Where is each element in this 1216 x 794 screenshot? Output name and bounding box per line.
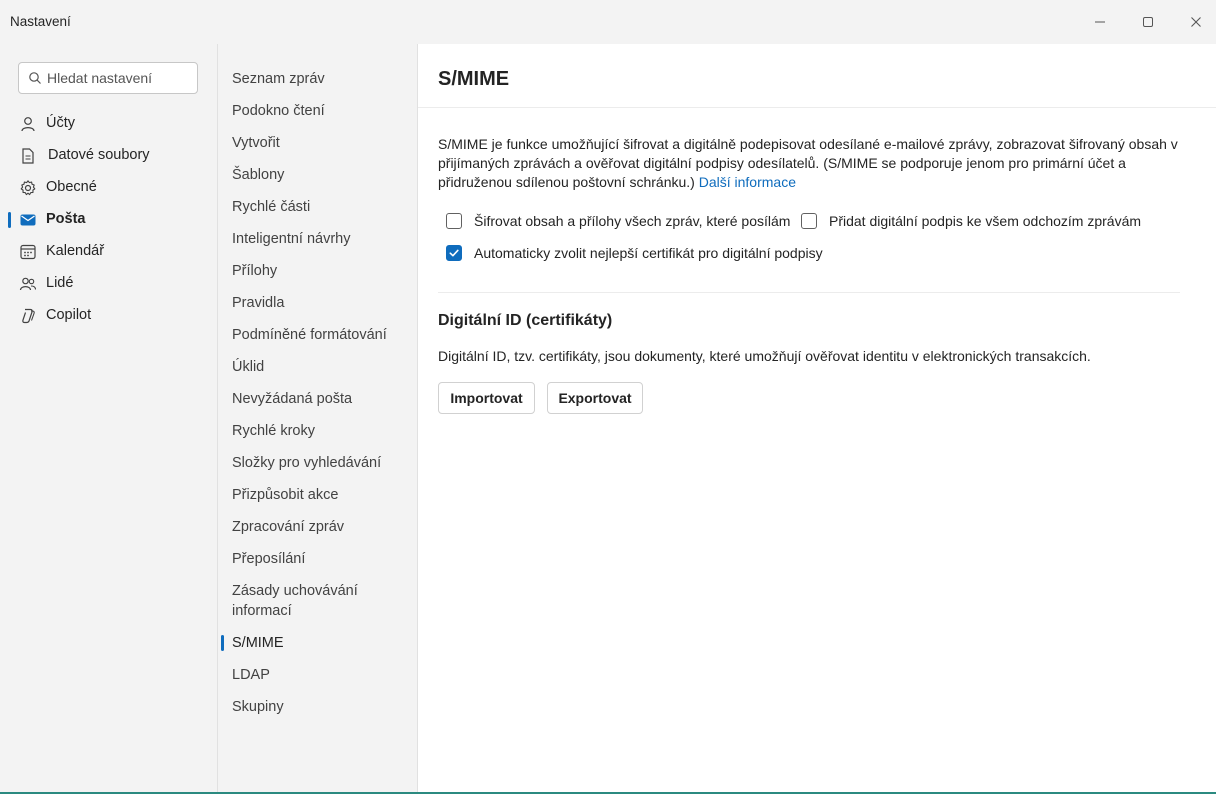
divider: [438, 292, 1180, 293]
minimize-button[interactable]: [1078, 6, 1122, 38]
subnav-item-label: Přizpůsobit akce: [232, 487, 339, 503]
checkmark-icon: [449, 249, 459, 257]
subnav-item-label: S/MIME: [232, 635, 284, 651]
nav-item-general[interactable]: Obecné: [0, 172, 217, 204]
sign-all-checkbox[interactable]: [801, 213, 817, 229]
subnav-item-label: Zásady uchovávání informací: [232, 583, 358, 619]
subnav-item-label: Seznam zpráv: [232, 71, 325, 87]
subnav-item[interactable]: Zásady uchovávání informací: [218, 581, 417, 621]
subnav-item-label: Podmíněné formátování: [232, 327, 387, 343]
sign-all-label: Přidat digitální podpis ke všem odchozím…: [829, 213, 1142, 229]
close-icon: [1191, 17, 1201, 27]
subnav-item-label: Přílohy: [232, 263, 278, 279]
subnav-item-label: Vytvořit: [232, 135, 280, 151]
subnav-item-label: Inteligentní návrhy: [232, 231, 351, 247]
page-title: S/MIME: [438, 68, 510, 90]
mail-icon: [20, 214, 36, 226]
copilot-icon: [22, 308, 35, 324]
smime-description: S/MIME je funkce umožňující šifrovat a d…: [438, 135, 1188, 192]
selection-indicator: [221, 635, 224, 651]
subnav-item-label: Přeposílání: [232, 551, 306, 567]
subnav-item-label: Podokno čtení: [232, 103, 325, 119]
calendar-icon: [20, 244, 36, 260]
minimize-icon: [1095, 21, 1105, 23]
gear-icon: [20, 180, 36, 196]
nav-item-label: Copilot: [46, 307, 92, 323]
close-button[interactable]: [1174, 6, 1216, 38]
nav-item-label: Účty: [46, 115, 75, 131]
auto-cert-option[interactable]: Automaticky zvolit nejlepší certifikát p…: [446, 245, 823, 261]
person-icon: [21, 117, 35, 132]
nav-item-label: Datové soubory: [48, 147, 150, 163]
document-icon: [22, 148, 34, 164]
subnav-item-label: Složky pro vyhledávání: [232, 455, 382, 471]
sign-all-option[interactable]: Přidat digitální podpis ke všem odchozím…: [801, 213, 1141, 229]
subnav-item-label: Rychlé části: [232, 199, 311, 215]
selection-indicator: [8, 212, 11, 228]
nav-item-data-files[interactable]: Datové soubory: [0, 140, 217, 172]
nav-item-accounts[interactable]: Účty: [0, 108, 217, 140]
divider: [418, 107, 1216, 108]
import-button[interactable]: Importovat: [438, 382, 535, 414]
auto-cert-label: Automaticky zvolit nejlepší certifikát p…: [474, 245, 823, 261]
nav-item-label: Lidé: [46, 275, 74, 291]
settings-content-pane: S/MIME S/MIME je funkce umožňující šifro…: [418, 44, 1216, 794]
auto-cert-checkbox[interactable]: [446, 245, 462, 261]
people-icon: [19, 277, 37, 291]
subnav-item-label: Skupiny: [232, 699, 284, 715]
settings-category-nav: Účty Datové soubory Obecné Pošta Kalendá…: [0, 44, 218, 794]
nav-item-people[interactable]: Lidé: [0, 268, 217, 300]
encrypt-all-checkbox[interactable]: [446, 213, 462, 229]
search-box[interactable]: [18, 62, 198, 94]
subnav-item-label: Šablony: [232, 167, 285, 183]
description-text: S/MIME je funkce umožňující šifrovat a d…: [438, 136, 1178, 190]
maximize-button[interactable]: [1126, 6, 1170, 38]
subnav-item-label: Zpracování zpráv: [232, 519, 345, 535]
subnav-item-label: Pravidla: [232, 295, 285, 311]
search-icon: [29, 72, 41, 84]
nav-item-mail[interactable]: Pošta: [0, 204, 217, 236]
digital-id-heading: Digitální ID (certifikáty): [438, 312, 613, 329]
encrypt-all-label: Šifrovat obsah a přílohy všech zpráv, kt…: [474, 213, 791, 229]
subnav-item-label: Úklid: [232, 359, 265, 375]
subnav-item-label: LDAP: [232, 667, 270, 683]
search-input[interactable]: [47, 68, 195, 88]
nav-item-calendar[interactable]: Kalendář: [0, 236, 217, 268]
nav-item-label: Kalendář: [46, 243, 105, 259]
digital-id-description: Digitální ID, tzv. certifikáty, jsou dok…: [438, 348, 1091, 364]
title-bar: Nastavení: [0, 0, 1216, 44]
window-title: Nastavení: [10, 14, 71, 29]
export-button[interactable]: Exportovat: [547, 382, 643, 414]
nav-item-copilot[interactable]: Copilot: [0, 300, 217, 332]
subnav-item-label: Nevyžádaná pošta: [232, 391, 353, 407]
nav-item-label: Pošta: [46, 211, 86, 227]
subnav-item-label: Rychlé kroky: [232, 423, 315, 439]
maximize-icon: [1143, 17, 1153, 27]
nav-item-label: Obecné: [46, 179, 97, 195]
more-info-link[interactable]: Další informace: [699, 174, 796, 190]
encrypt-all-option[interactable]: Šifrovat obsah a přílohy všech zpráv, kt…: [446, 213, 790, 229]
mail-settings-subnav: Seznam zpráv Podokno čtení Vytvořit Šabl…: [218, 44, 418, 794]
